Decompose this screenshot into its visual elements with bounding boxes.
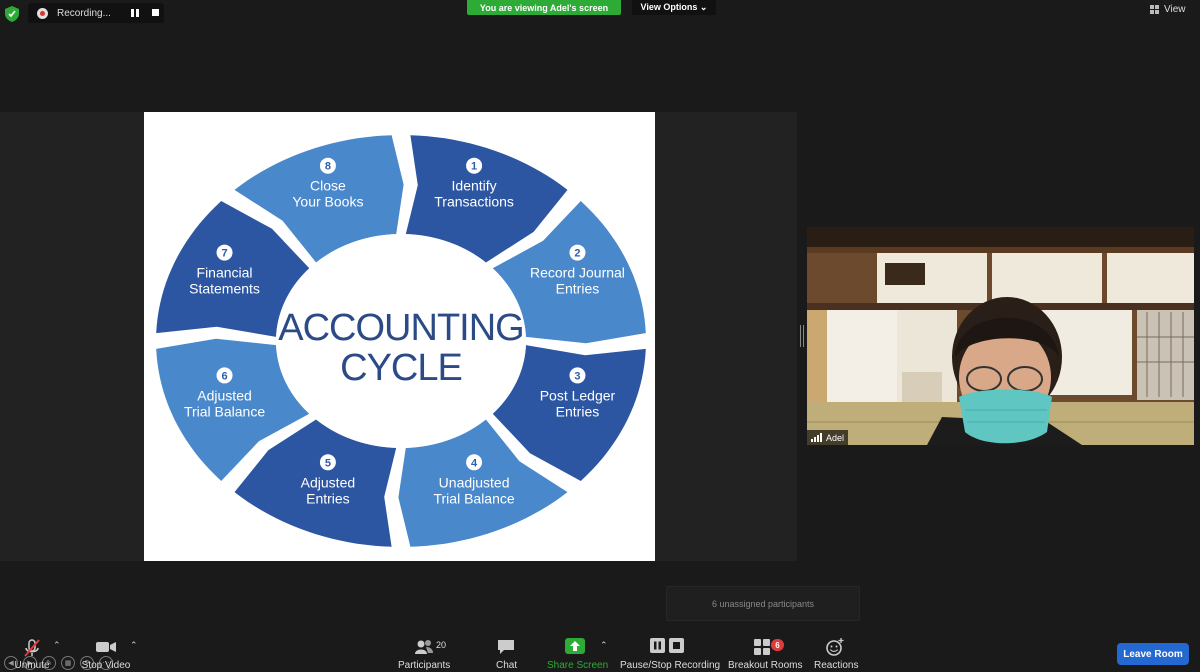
leave-room-button[interactable]: Leave Room — [1117, 643, 1189, 665]
slides-grid-icon[interactable]: ▦ — [61, 656, 75, 670]
step-label-3-line1: Post Ledger — [540, 387, 616, 403]
recording-dot-icon — [37, 7, 48, 19]
chat-bubble-icon — [498, 640, 514, 654]
step-label-6-line2: Trial Balance — [184, 403, 265, 419]
step-number-6: 6 — [221, 370, 227, 382]
viewing-screen-banner: You are viewing Adel's screen — [467, 0, 621, 15]
security-shield-icon[interactable] — [5, 6, 19, 22]
step-label-2-line2: Entries — [556, 281, 600, 297]
step-label-7-line2: Statements — [189, 281, 260, 297]
breakout-rooms-label: Breakout Rooms — [728, 660, 803, 671]
recording-indicator: Recording... — [28, 3, 164, 23]
pause-stop-recording-icon — [650, 638, 684, 653]
step-label-6-line1: Adjusted — [197, 387, 251, 403]
panel-resize-handle[interactable] — [800, 325, 804, 347]
step-number-3: 3 — [574, 370, 580, 382]
step-label-7-line1: Financial — [197, 265, 253, 281]
muted-microphone-icon — [24, 639, 40, 657]
grid-view-icon — [1150, 5, 1159, 14]
accounting-cycle-diagram: ACCOUNTING CYCLE 1 IdentifyTransactions 2 R… — [156, 135, 646, 547]
stop-video-label: Stop Video — [81, 660, 131, 671]
step-label-1-line1: Identify — [452, 178, 497, 194]
share-screen-label: Share Screen — [547, 660, 609, 671]
diagram-title-line1: ACCOUNTING — [278, 307, 523, 349]
unassigned-participants-tooltip: 6 unassigned participants — [666, 586, 860, 621]
participant-name-tag: Adel — [807, 430, 849, 445]
stop-video-button[interactable]: Stop Video — [82, 638, 130, 671]
view-options-button[interactable]: View Options ⌄ — [632, 0, 716, 15]
share-screen-icon — [565, 638, 585, 654]
step-number-2: 2 — [574, 248, 580, 260]
presentation-slide: ACCOUNTING CYCLE 1 Identify Transactions 2 R… — [144, 112, 655, 561]
recording-label: Recording... — [57, 7, 111, 19]
step-number-5: 5 — [325, 457, 331, 469]
step-label-5-line1: Adjusted — [301, 474, 355, 490]
pause-stop-recording-button[interactable]: Pause/Stop Recording — [620, 638, 720, 671]
participants-label: Participants — [398, 660, 451, 671]
video-feed-image — [807, 227, 1194, 445]
shared-screen-area: ACCOUNTING CYCLE 1 Identify Transactions 2 R… — [0, 112, 797, 670]
share-screen-button[interactable]: Share Screen — [547, 638, 608, 671]
step-label-8-line2: Your Books — [292, 194, 363, 210]
reactions-label: Reactions — [814, 660, 859, 671]
participant-video[interactable]: Adel — [807, 227, 1194, 445]
audio-options-caret-icon[interactable]: ⌃ — [53, 640, 61, 651]
step-label-2-line1: Record Journal — [530, 265, 625, 281]
video-camera-icon — [96, 642, 116, 652]
step-label-4-line2: Trial Balance — [433, 490, 514, 506]
participant-count: 20 — [436, 640, 447, 650]
pause-recording-icon[interactable] — [131, 9, 139, 17]
unmute-label: Unmute — [14, 660, 50, 671]
chat-button[interactable]: Chat — [496, 638, 517, 671]
connection-signal-icon — [811, 433, 822, 442]
breakout-rooms-button[interactable]: Breakout Rooms — [728, 638, 802, 671]
smiley-plus-icon — [826, 638, 844, 656]
step-number-7: 7 — [221, 248, 227, 260]
view-button[interactable]: View — [1150, 4, 1186, 15]
step-number-4: 4 — [471, 457, 478, 469]
step-number-8: 8 — [325, 161, 331, 173]
step-number-1: 1 — [471, 161, 477, 173]
breakout-rooms-badge: 6 — [771, 639, 784, 651]
breakout-rooms-icon — [754, 639, 770, 655]
diagram-title-line2: CYCLE — [340, 347, 462, 389]
chat-label: Chat — [496, 660, 518, 671]
view-label: View — [1164, 4, 1186, 15]
step-label-8-line1: Close — [310, 178, 346, 194]
step-label-5-line2: Entries — [306, 490, 350, 506]
share-options-caret-icon[interactable]: ⌃ — [600, 640, 608, 651]
participant-name: Adel — [826, 432, 845, 443]
stop-recording-icon[interactable] — [152, 9, 159, 16]
step-label-4-line1: Unadjusted — [439, 474, 510, 490]
step-label-1-line2: Transactions — [434, 194, 514, 210]
video-options-caret-icon[interactable]: ⌃ — [130, 640, 138, 651]
pause-stop-recording-label: Pause/Stop Recording — [620, 660, 721, 671]
step-label-3-line2: Entries — [556, 403, 600, 419]
reactions-button[interactable]: Reactions — [814, 638, 858, 671]
participants-button[interactable]: Participants — [398, 638, 450, 671]
participants-icon — [415, 640, 433, 654]
unmute-button[interactable]: Unmute — [15, 638, 50, 671]
zoom-meeting-window: Recording... You are viewing Adel's scre… — [0, 0, 1200, 672]
